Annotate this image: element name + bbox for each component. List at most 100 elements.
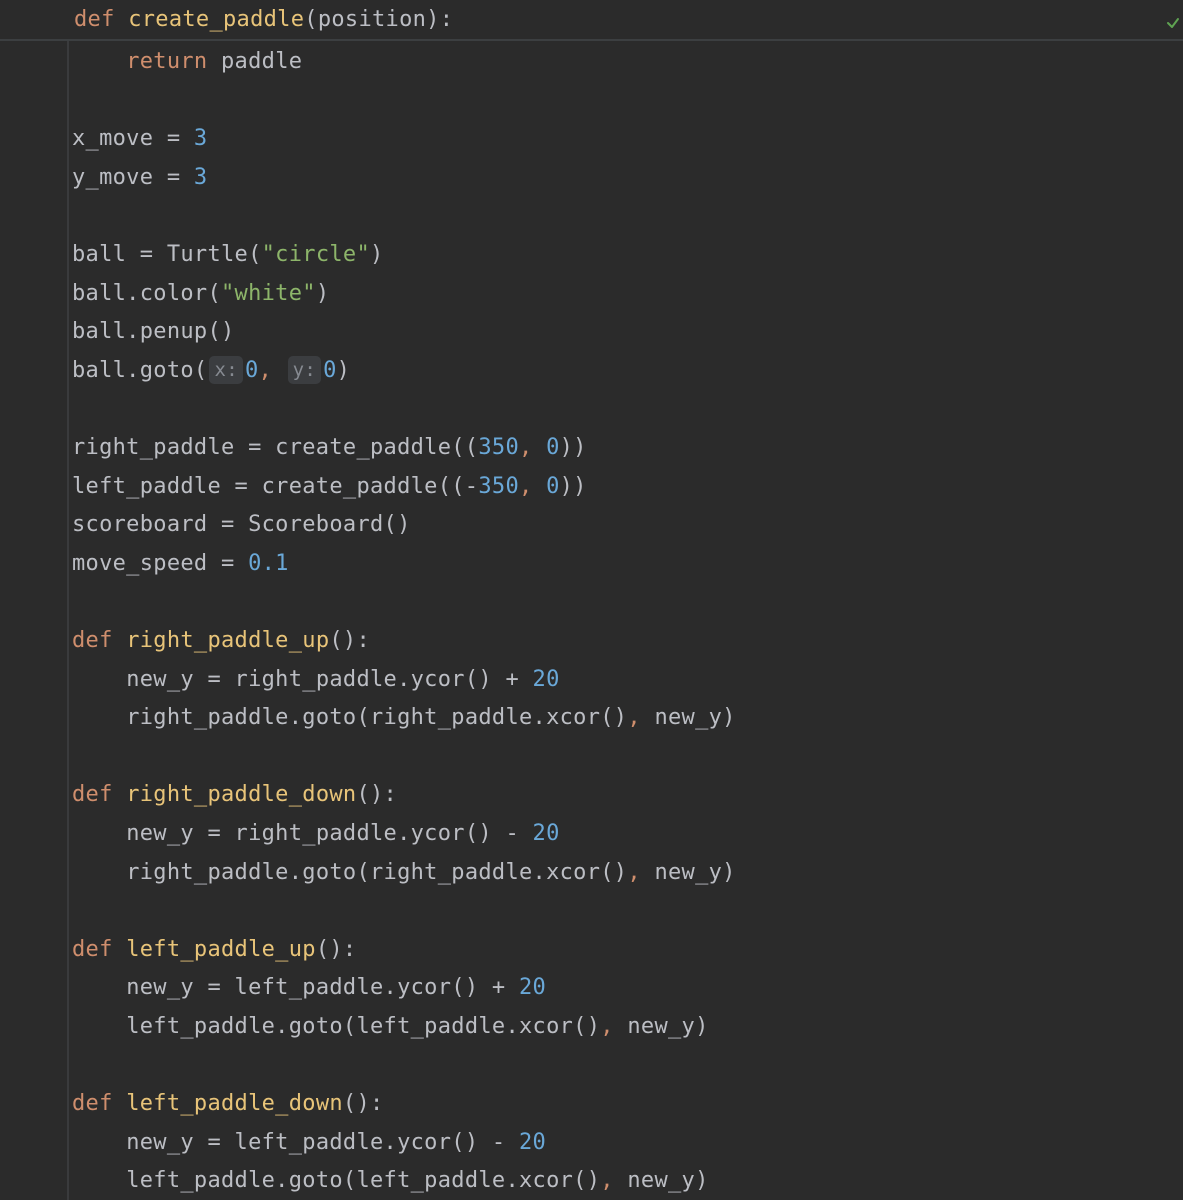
- parameter-hint: y:: [287, 355, 322, 384]
- code-token: 0: [323, 357, 337, 383]
- code-token: new_y = left_paddle.ycor() +: [126, 975, 519, 1001]
- code-token: def: [72, 628, 113, 653]
- code-token: 350: [478, 473, 519, 499]
- code-token: 0: [546, 473, 560, 499]
- code-token: ():: [329, 628, 371, 653]
- code-token: ,: [600, 1014, 628, 1039]
- code-token: new_y): [654, 705, 736, 731]
- code-line[interactable]: move_speed = 0.1: [72, 547, 289, 581]
- code-line[interactable]: ball.goto(x: 0, y: 0): [72, 354, 350, 388]
- code-token: ): [370, 242, 384, 267]
- function-name: create_paddle: [128, 7, 305, 32]
- code-token: 350: [478, 435, 519, 460]
- code-token: return: [126, 49, 208, 74]
- code-token: x_move =: [72, 126, 194, 152]
- code-line[interactable]: x_move = 3: [72, 122, 207, 156]
- code-token: ,: [258, 357, 286, 383]
- code-token: ball.color(: [72, 280, 221, 306]
- code-token: left_paddle_down: [126, 1091, 343, 1117]
- code-token: ,: [600, 1168, 628, 1194]
- code-token: )): [559, 473, 587, 499]
- sticky-function-signature[interactable]: def create_paddle(position):: [74, 3, 453, 37]
- code-line[interactable]: y_move = 3: [72, 161, 207, 195]
- code-token: right_paddle_down: [126, 782, 357, 808]
- code-token: "white": [221, 280, 316, 306]
- code-line[interactable]: left_paddle.goto(left_paddle.xcor(), new…: [72, 1164, 709, 1198]
- code-line[interactable]: ball = Turtle("circle"): [72, 238, 384, 272]
- code-token: ,: [627, 859, 655, 885]
- code-token: def: [72, 936, 113, 962]
- code-token: def: [72, 1091, 113, 1117]
- code-token: new_y = left_paddle.ycor() -: [126, 1129, 519, 1155]
- code-line[interactable]: left_paddle.goto(left_paddle.xcor(), new…: [72, 1010, 709, 1044]
- code-line[interactable]: return paddle: [72, 45, 302, 79]
- code-token: 3: [193, 164, 208, 190]
- code-token: right_paddle.goto(right_paddle.xcor(): [126, 705, 628, 731]
- code-token: ():: [315, 936, 357, 962]
- code-token: 20: [519, 975, 547, 1001]
- code-token: scoreboard = Scoreboard(): [72, 512, 411, 538]
- code-token: 0: [244, 357, 259, 383]
- code-token: ,: [519, 435, 547, 460]
- code-line[interactable]: new_y = right_paddle.ycor() - 20: [72, 817, 560, 851]
- code-line[interactable]: new_y = right_paddle.ycor() + 20: [72, 663, 560, 697]
- function-params: (position):: [304, 7, 454, 32]
- code-line[interactable]: right_paddle.goto(right_paddle.xcor(), n…: [72, 701, 736, 735]
- code-token: new_y): [654, 859, 736, 885]
- code-line[interactable]: ball.penup(): [72, 315, 235, 349]
- check-icon[interactable]: [1166, 16, 1180, 30]
- parameter-hint: x:: [209, 355, 243, 384]
- code-line[interactable]: def left_paddle_up():: [72, 933, 356, 967]
- code-token: 20: [532, 666, 560, 692]
- code-token: right_paddle.goto(right_paddle.xcor(): [126, 859, 628, 885]
- code-token: right_paddle_up: [126, 628, 330, 653]
- code-line[interactable]: def right_paddle_down():: [72, 778, 397, 812]
- code-token: y_move =: [72, 164, 194, 190]
- code-token: 20: [532, 821, 560, 846]
- code-line[interactable]: new_y = left_paddle.ycor() - 20: [72, 1126, 546, 1160]
- code-token: ball.goto(: [72, 357, 208, 383]
- code-token: paddle: [207, 49, 303, 74]
- code-editor[interactable]: return paddle x_move = 3 y_move = 3 ball = …: [0, 0, 1183, 1200]
- code-line[interactable]: right_paddle = create_paddle((350, 0)): [72, 431, 587, 465]
- keyword-def: def: [74, 7, 115, 32]
- code-token: ,: [519, 473, 547, 499]
- code-token: left_paddle.goto(left_paddle.xcor(): [126, 1168, 601, 1194]
- code-token: new_y): [627, 1168, 709, 1194]
- code-token: right_paddle = create_paddle((: [72, 435, 479, 460]
- code-line[interactable]: right_paddle.goto(right_paddle.xcor(), n…: [72, 856, 736, 890]
- code-token: ():: [342, 1091, 384, 1117]
- code-line[interactable]: scoreboard = Scoreboard(): [72, 508, 411, 542]
- code-token: ,: [627, 705, 655, 731]
- code-line[interactable]: ball.color("white"): [72, 277, 329, 311]
- code-token: )): [559, 435, 587, 460]
- code-token: 0.1: [248, 550, 289, 576]
- sticky-scope-header[interactable]: def create_paddle(position):: [0, 0, 1183, 41]
- code-token: new_y = right_paddle.ycor() +: [126, 666, 533, 692]
- code-token: "circle": [261, 242, 371, 267]
- code-token: left_paddle_up: [126, 936, 316, 962]
- code-token: left_paddle.goto(left_paddle.xcor(): [126, 1014, 601, 1039]
- code-line[interactable]: def right_paddle_up():: [72, 624, 370, 658]
- code-line[interactable]: left_paddle = create_paddle((-350, 0)): [72, 470, 587, 504]
- code-line[interactable]: new_y = left_paddle.ycor() + 20: [72, 971, 546, 1005]
- code-token: ():: [356, 782, 398, 808]
- code-token: 20: [519, 1129, 547, 1155]
- code-token: ): [336, 357, 351, 383]
- code-token: move_speed =: [72, 550, 249, 576]
- code-line[interactable]: def left_paddle_down():: [72, 1087, 384, 1121]
- indent-guide: [67, 40, 69, 1200]
